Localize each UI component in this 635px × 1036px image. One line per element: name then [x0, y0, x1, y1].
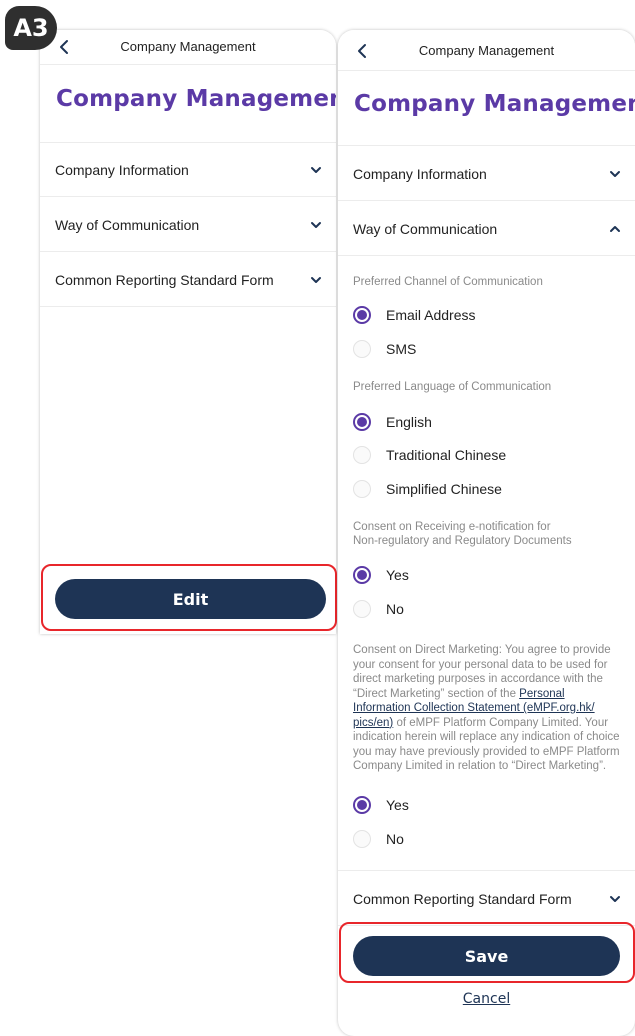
radio-selected-icon [353, 306, 371, 324]
section-way-of-communication[interactable]: Way of Communication [40, 196, 336, 251]
enotification-label-line2: Non-regulatory and Regulatory Documents [353, 535, 572, 547]
radio-unselected-icon [353, 600, 371, 618]
page-title: Company Management [56, 86, 336, 112]
radio-sms[interactable]: SMS [353, 338, 416, 360]
section-label: Way of Communication [55, 217, 200, 233]
radio-label: No [386, 831, 404, 847]
section-label: Way of Communication [353, 221, 498, 237]
nav-bar: Company Management [40, 30, 336, 65]
enotification-label: Consent on Receiving e-notification for … [353, 520, 572, 548]
chevron-down-icon [610, 171, 620, 177]
language-label: Preferred Language of Communication [353, 381, 552, 393]
radio-english[interactable]: English [353, 411, 432, 433]
consent-text-after: of eMPF Platform Company Limited. Your i… [353, 716, 620, 773]
radio-enotification-no[interactable]: No [353, 598, 404, 620]
radio-email[interactable]: Email Address [353, 304, 475, 326]
section-label: Company Information [353, 166, 487, 182]
section-crs-form[interactable]: Common Reporting Standard Form [338, 870, 635, 926]
radio-unselected-icon [353, 480, 371, 498]
radio-enotification-yes[interactable]: Yes [353, 564, 409, 586]
section-company-information[interactable]: Company Information [338, 145, 635, 200]
radio-simplified-chinese[interactable]: Simplified Chinese [353, 478, 502, 500]
nav-bar: Company Management [338, 30, 635, 71]
chevron-down-icon [311, 277, 321, 283]
section-company-information[interactable]: Company Information [40, 142, 336, 197]
radio-unselected-icon [353, 340, 371, 358]
section-way-of-communication[interactable]: Way of Communication [338, 200, 635, 256]
direct-marketing-consent-text: Consent on Direct Marketing: You agree t… [353, 643, 623, 774]
chevron-down-icon [311, 167, 321, 173]
left-screen: Company Management Company Management Co… [40, 30, 336, 634]
chevron-down-icon [610, 896, 620, 902]
radio-unselected-icon [353, 446, 371, 464]
radio-label: English [386, 414, 432, 430]
radio-label: No [386, 601, 404, 617]
edit-button[interactable]: Edit [55, 579, 326, 619]
radio-label: SMS [386, 341, 417, 357]
section-crs-form[interactable]: Common Reporting Standard Form [40, 251, 336, 307]
step-badge: A3 [5, 6, 57, 50]
radio-direct-marketing-no[interactable]: No [353, 828, 404, 850]
radio-selected-icon [353, 796, 371, 814]
chevron-down-icon [311, 222, 321, 228]
save-button[interactable]: Save [353, 936, 620, 976]
radio-label: Yes [386, 567, 409, 583]
cancel-link[interactable]: Cancel [338, 991, 635, 1007]
radio-traditional-chinese[interactable]: Traditional Chinese [353, 444, 506, 466]
chevron-up-icon [610, 226, 620, 232]
right-screen: Company Management Company Management Co… [338, 30, 635, 1036]
radio-label: Yes [386, 797, 409, 813]
radio-label: Traditional Chinese [386, 447, 507, 463]
radio-unselected-icon [353, 830, 371, 848]
channel-label: Preferred Channel of Communication [353, 276, 543, 288]
consent-text-before: Consent on Direct Marketing: You agree t… [353, 644, 611, 700]
section-label: Common Reporting Standard Form [55, 272, 274, 288]
section-label: Common Reporting Standard Form [353, 891, 572, 907]
enotification-label-line1: Consent on Receiving e-notification for [353, 521, 551, 533]
radio-selected-icon [353, 566, 371, 584]
radio-selected-icon [353, 413, 371, 431]
page-title: Company Management [354, 91, 635, 117]
nav-title: Company Management [418, 43, 555, 58]
radio-label: Email Address [386, 307, 476, 323]
radio-direct-marketing-yes[interactable]: Yes [353, 794, 409, 816]
radio-label: Simplified Chinese [386, 481, 502, 497]
section-label: Company Information [55, 162, 189, 178]
nav-title: Company Management [120, 39, 256, 54]
